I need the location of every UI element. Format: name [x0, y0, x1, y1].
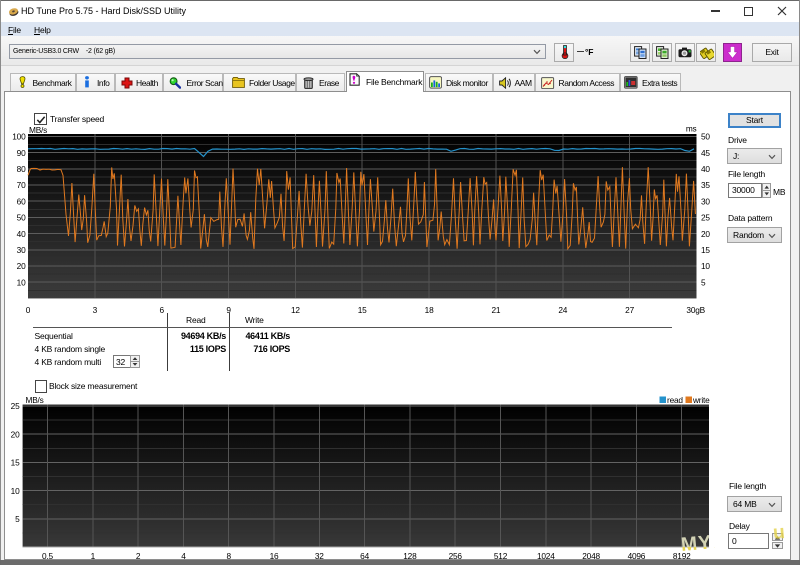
svg-text:12: 12 — [291, 305, 300, 315]
svg-text:21: 21 — [491, 305, 500, 315]
svg-text:MB/s: MB/s — [29, 125, 47, 135]
svg-text:24: 24 — [558, 305, 567, 315]
svg-text:15: 15 — [701, 245, 710, 255]
svg-text:45: 45 — [701, 148, 710, 158]
svg-text:60: 60 — [17, 196, 26, 206]
svg-text:30gB: 30gB — [686, 305, 705, 315]
svg-text:0: 0 — [26, 305, 31, 315]
svg-text:write: write — [692, 395, 710, 405]
svg-text:35: 35 — [701, 180, 710, 190]
svg-text:30: 30 — [701, 196, 710, 206]
svg-text:ms: ms — [686, 124, 697, 134]
svg-text:25: 25 — [11, 401, 20, 411]
svg-text:90: 90 — [17, 148, 26, 158]
svg-text:20: 20 — [701, 229, 710, 239]
svg-text:20: 20 — [11, 429, 20, 439]
svg-text:5: 5 — [15, 514, 20, 524]
svg-text:30: 30 — [17, 245, 26, 255]
svg-text:6: 6 — [159, 305, 164, 315]
svg-text:15: 15 — [11, 458, 20, 468]
svg-text:50: 50 — [17, 213, 26, 223]
svg-text:read: read — [667, 395, 683, 405]
svg-text:MB/s: MB/s — [26, 395, 44, 405]
svg-text:100: 100 — [12, 132, 26, 142]
svg-text:5: 5 — [701, 277, 706, 287]
svg-text:10: 10 — [11, 486, 20, 496]
svg-text:18: 18 — [425, 305, 434, 315]
svg-text:40: 40 — [17, 229, 26, 239]
svg-text:10: 10 — [17, 277, 26, 287]
svg-text:10: 10 — [701, 261, 710, 271]
svg-text:27: 27 — [625, 305, 634, 315]
svg-text:20: 20 — [17, 261, 26, 271]
svg-text:40: 40 — [701, 164, 710, 174]
svg-text:70: 70 — [17, 180, 26, 190]
svg-text:15: 15 — [358, 305, 367, 315]
svg-text:3: 3 — [93, 305, 98, 315]
svg-text:50: 50 — [701, 132, 710, 142]
svg-text:25: 25 — [701, 213, 710, 223]
svg-text:80: 80 — [17, 164, 26, 174]
